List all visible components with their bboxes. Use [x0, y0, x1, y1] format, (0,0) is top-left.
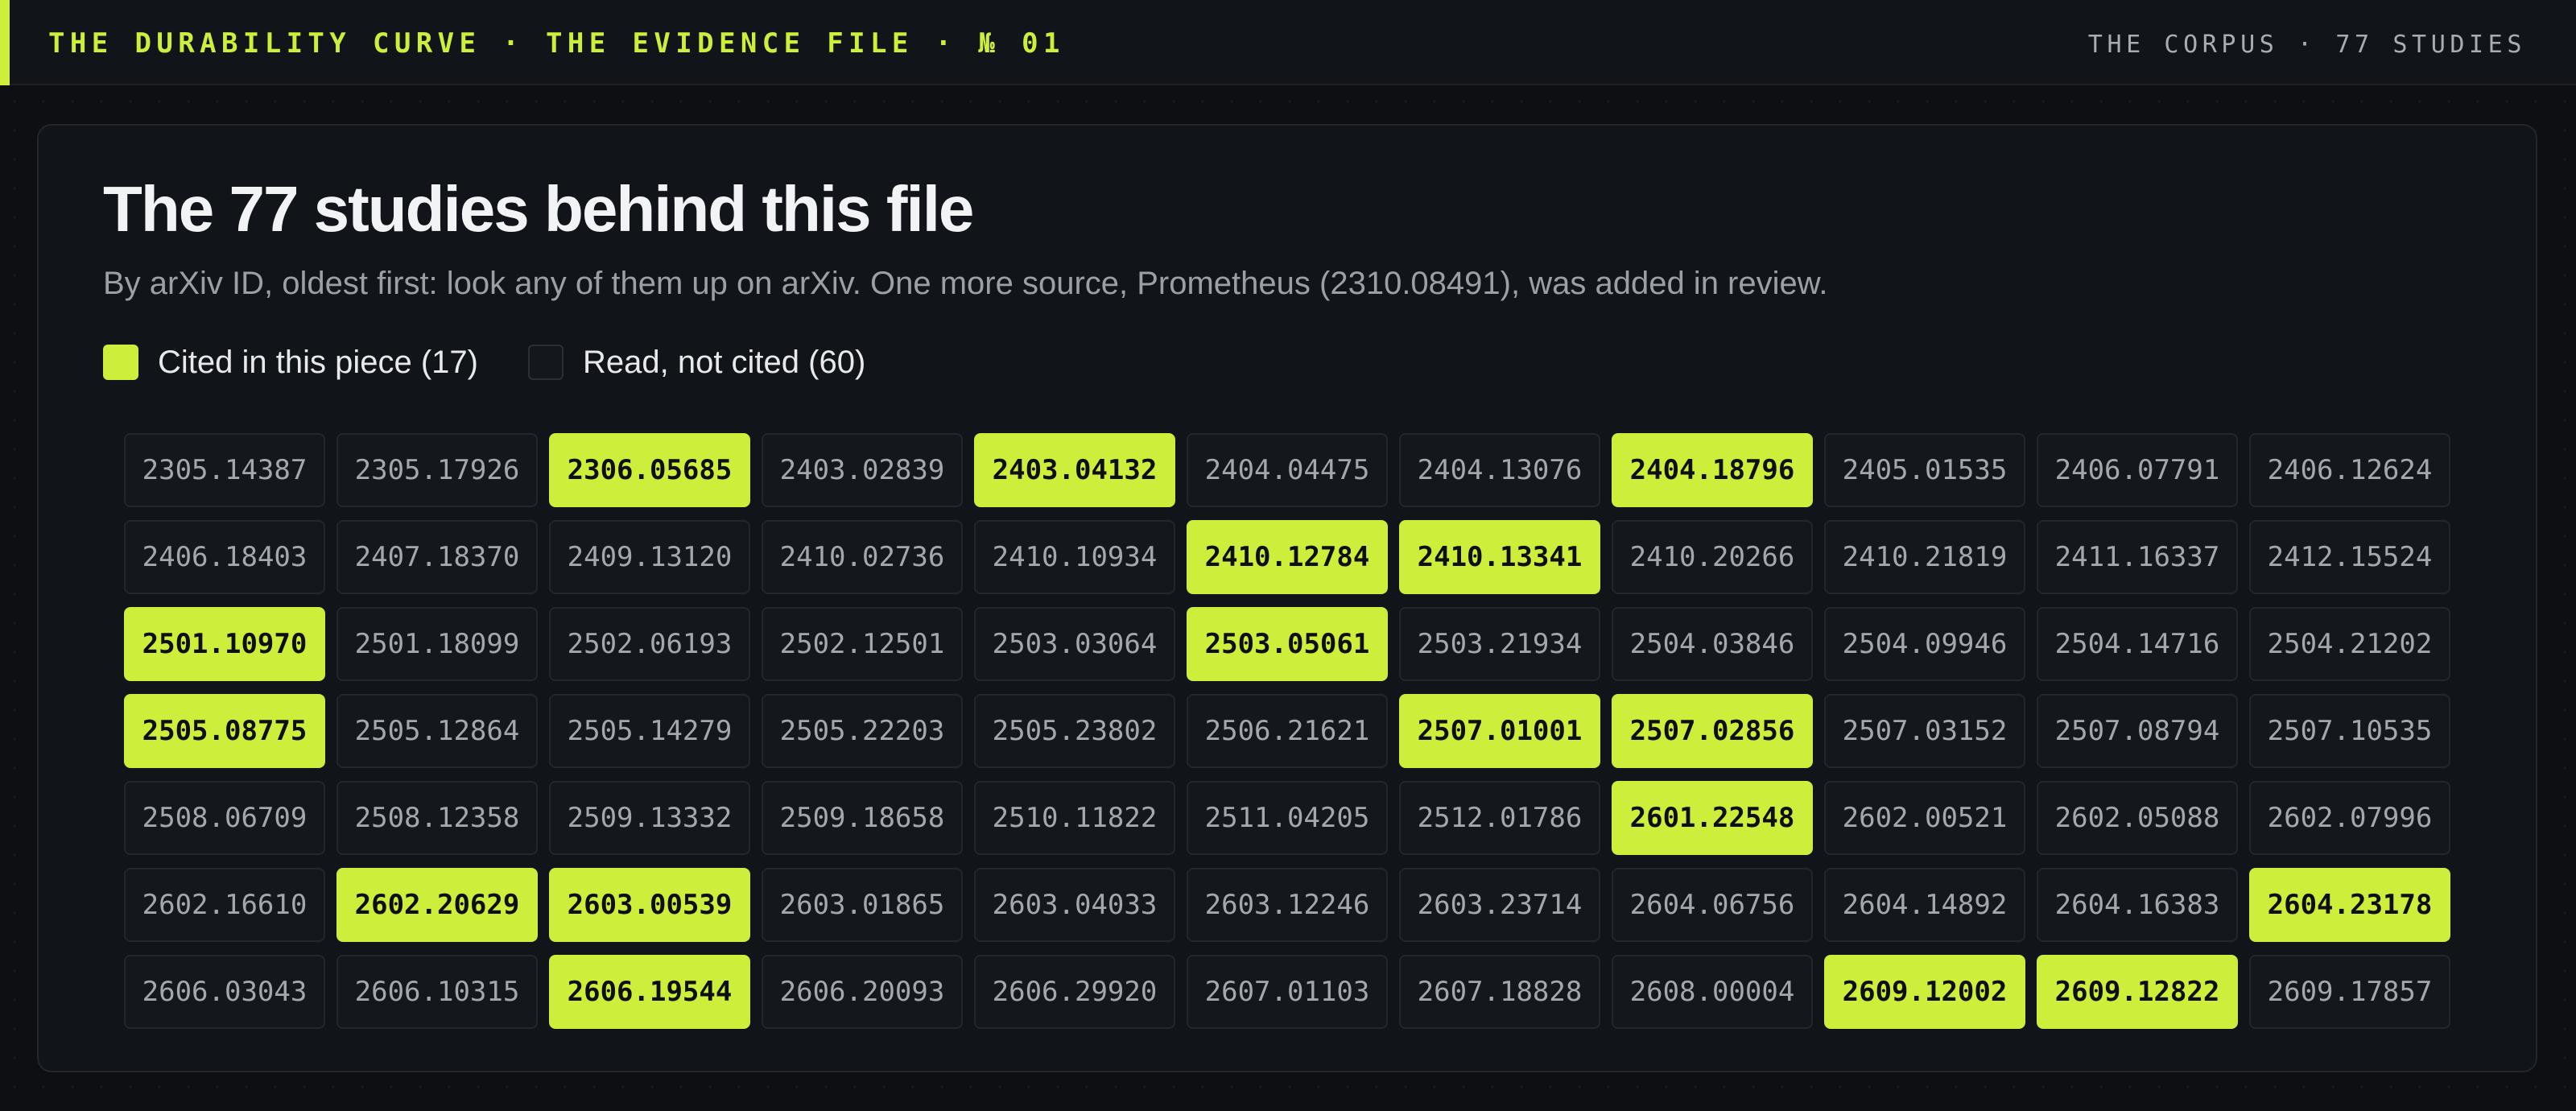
study-id: 2406.18403	[124, 520, 325, 594]
study-id-cited: 2601.22548	[1612, 781, 1813, 855]
study-id: 2505.23802	[974, 694, 1175, 768]
study-id: 2511.04205	[1187, 781, 1388, 855]
accent-strip	[0, 0, 10, 85]
study-id-cited: 2501.10970	[124, 607, 325, 681]
study-id: 2509.18658	[762, 781, 963, 855]
study-id: 2607.18828	[1399, 955, 1600, 1029]
study-id-cited: 2410.13341	[1399, 520, 1600, 594]
study-id: 2504.03846	[1612, 607, 1813, 681]
study-id: 2607.01103	[1187, 955, 1388, 1029]
study-id: 2406.12624	[2249, 433, 2450, 507]
study-id: 2509.13332	[549, 781, 750, 855]
legend-label-uncited: Read, not cited (60)	[582, 344, 866, 380]
study-id: 2407.18370	[336, 520, 538, 594]
study-id: 2606.20093	[762, 955, 963, 1029]
study-id-cited: 2603.00539	[549, 868, 750, 942]
study-id: 2412.15524	[2249, 520, 2450, 594]
study-id: 2405.01535	[1824, 433, 2025, 507]
study-id: 2506.21621	[1187, 694, 1388, 768]
study-id: 2411.16337	[2037, 520, 2238, 594]
study-id: 2404.13076	[1399, 433, 1600, 507]
study-id: 2505.14279	[549, 694, 750, 768]
study-id-cited: 2507.01001	[1399, 694, 1600, 768]
study-id-cited: 2604.23178	[2249, 868, 2450, 942]
study-id: 2507.10535	[2249, 694, 2450, 768]
legend-label-cited: Cited in this piece (17)	[158, 344, 478, 380]
study-id: 2410.10934	[974, 520, 1175, 594]
study-id: 2502.12501	[762, 607, 963, 681]
study-id: 2602.16610	[124, 868, 325, 942]
study-id: 2305.17926	[336, 433, 538, 507]
study-id: 2507.08794	[2037, 694, 2238, 768]
study-id: 2603.04033	[974, 868, 1175, 942]
page-subtitle: By arXiv ID, oldest first: look any of t…	[103, 266, 1828, 301]
study-id: 2604.06756	[1612, 868, 1813, 942]
study-id-cited: 2503.05061	[1187, 607, 1388, 681]
study-id: 2609.17857	[2249, 955, 2450, 1029]
study-id: 2501.18099	[336, 607, 538, 681]
study-id: 2410.20266	[1612, 520, 1813, 594]
page-title: The 77 studies behind this file	[103, 173, 974, 245]
study-id: 2404.04475	[1187, 433, 1388, 507]
study-id: 2403.02839	[762, 433, 963, 507]
legend-item-cited: Cited in this piece (17)	[103, 345, 478, 381]
study-id: 2504.09946	[1824, 607, 2025, 681]
study-id: 2305.14387	[124, 433, 325, 507]
top-bar: THE DURABILITY CURVE · THE EVIDENCE FILE…	[0, 0, 2576, 85]
study-id-cited: 2507.02856	[1612, 694, 1813, 768]
study-id: 2603.01865	[762, 868, 963, 942]
study-id-cited: 2505.08775	[124, 694, 325, 768]
legend-item-uncited: Read, not cited (60)	[527, 344, 866, 381]
study-id: 2608.00004	[1612, 955, 1813, 1029]
studies-panel: The 77 studies behind this file By arXiv…	[37, 124, 2537, 1072]
study-id: 2504.14716	[2037, 607, 2238, 681]
study-id: 2602.05088	[2037, 781, 2238, 855]
study-id: 2504.21202	[2249, 607, 2450, 681]
study-id: 2604.14892	[1824, 868, 2025, 942]
study-id-cited: 2602.20629	[336, 868, 538, 942]
study-id: 2508.06709	[124, 781, 325, 855]
study-id-grid: 2305.14387 2305.17926 2306.05685 2403.02839…	[124, 433, 2450, 1029]
study-id: 2505.12864	[336, 694, 538, 768]
study-id: 2409.13120	[549, 520, 750, 594]
cited-swatch	[103, 345, 138, 380]
study-id: 2606.29920	[974, 955, 1175, 1029]
study-id: 2602.00521	[1824, 781, 2025, 855]
study-id: 2406.07791	[2037, 433, 2238, 507]
study-id-cited: 2609.12822	[2037, 955, 2238, 1029]
study-id: 2410.02736	[762, 520, 963, 594]
corpus-count-label: THE CORPUS · 77 STUDIES	[2087, 31, 2526, 59]
study-id: 2503.21934	[1399, 607, 1600, 681]
series-kicker: THE DURABILITY CURVE · THE EVIDENCE FILE…	[48, 27, 1065, 60]
study-id-cited: 2609.12002	[1824, 955, 2025, 1029]
study-id: 2507.03152	[1824, 694, 2025, 768]
study-id: 2603.23714	[1399, 868, 1600, 942]
study-id-cited: 2606.19544	[549, 955, 750, 1029]
study-id: 2410.21819	[1824, 520, 2025, 594]
study-id: 2512.01786	[1399, 781, 1600, 855]
study-id: 2604.16383	[2037, 868, 2238, 942]
study-id: 2606.03043	[124, 955, 325, 1029]
study-id: 2603.12246	[1187, 868, 1388, 942]
study-id: 2505.22203	[762, 694, 963, 768]
study-id-cited: 2410.12784	[1187, 520, 1388, 594]
legend: Cited in this piece (17) Read, not cited…	[103, 343, 915, 382]
study-id: 2602.07996	[2249, 781, 2450, 855]
study-id: 2508.12358	[336, 781, 538, 855]
study-id-cited: 2404.18796	[1612, 433, 1813, 507]
study-id: 2503.03064	[974, 607, 1175, 681]
study-id-cited: 2306.05685	[549, 433, 750, 507]
study-id: 2502.06193	[549, 607, 750, 681]
study-id-cited: 2403.04132	[974, 433, 1175, 507]
study-id: 2510.11822	[974, 781, 1175, 855]
study-id: 2606.10315	[336, 955, 538, 1029]
uncited-swatch	[527, 345, 564, 380]
